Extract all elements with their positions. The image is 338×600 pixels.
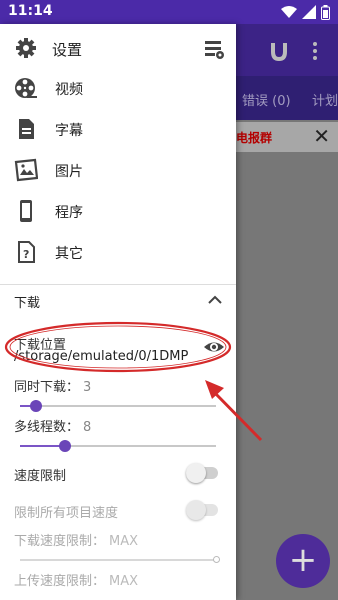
menu-item-label: 图片	[55, 164, 83, 180]
download-section-title: 下载	[14, 296, 41, 311]
speed-limit-label: 速度限制	[14, 469, 67, 484]
picture-icon	[14, 158, 38, 182]
thread-count-value: 8	[83, 420, 92, 435]
tab-scheduled: 计划	[312, 94, 338, 109]
status-icons	[281, 3, 330, 21]
settings-tune-icon[interactable]	[204, 38, 226, 60]
menu-item-label: 视频	[55, 82, 83, 98]
magnet-icon	[271, 43, 287, 62]
slider-thumb[interactable]	[59, 440, 71, 452]
chevron-up-icon[interactable]	[207, 292, 223, 308]
menu-item-label: 程序	[55, 205, 83, 221]
slider-track	[20, 405, 216, 407]
concurrent-downloads-value: 3	[83, 380, 92, 395]
concurrent-downloads-label: 同时下载： 3	[14, 376, 91, 395]
add-fab-button: +	[276, 534, 330, 588]
background-app-bar	[236, 24, 338, 76]
banner-text: 电报群	[236, 131, 273, 145]
background-tabs: 错误 (0) 计划	[236, 76, 338, 120]
toggle-knob	[186, 500, 206, 520]
menu-item-apps[interactable]: 程序	[0, 191, 236, 231]
download-location-value[interactable]: /storage/emulated/0/1DMP	[14, 349, 188, 364]
upload-speed-limit-value: MAX	[109, 574, 139, 589]
menu-item-label: 字幕	[55, 123, 83, 139]
slider-thumb[interactable]	[30, 400, 42, 412]
phone-icon	[20, 200, 32, 222]
svg-text:?: ?	[23, 248, 29, 261]
upload-speed-limit-label: 上传速度限制： MAX	[14, 570, 138, 589]
menu-item-subtitles[interactable]: 字幕	[0, 109, 236, 149]
subtitle-file-icon	[19, 119, 34, 139]
menu-item-label: 其它	[55, 246, 83, 262]
status-time: 11:14	[8, 3, 53, 19]
tab-errors: 错误 (0)	[242, 94, 291, 109]
concurrent-downloads-slider[interactable]	[20, 399, 216, 413]
telegram-banner: 电报群 ✕	[236, 122, 338, 152]
eye-icon[interactable]	[203, 336, 225, 358]
navigation-drawer: 设置 视频 字幕 图片 程序 ? 其它 下载 下载位置 /storage/emu…	[0, 24, 236, 600]
thread-count-slider[interactable]	[20, 439, 216, 453]
gear-icon	[16, 38, 36, 58]
signal-icon	[302, 5, 316, 19]
slider-track	[20, 559, 216, 561]
menu-item-settings[interactable]: 设置	[0, 28, 236, 68]
close-icon: ✕	[313, 124, 330, 148]
download-speed-limit-label: 下载速度限制： MAX	[14, 530, 138, 549]
film-reel-icon	[15, 78, 37, 98]
download-speed-limit-text: 下载速度限制：	[14, 534, 106, 549]
limit-all-items-toggle[interactable]	[186, 500, 218, 520]
question-file-icon: ?	[18, 241, 35, 263]
background-app: 错误 (0) 计划 电报群 ✕ +	[236, 24, 338, 600]
menu-item-video[interactable]: 视频	[0, 68, 236, 108]
toggle-knob	[186, 463, 206, 483]
download-speed-limit-slider[interactable]	[20, 553, 220, 567]
limit-all-items-label: 限制所有项目速度	[14, 506, 119, 521]
speed-limit-toggle[interactable]	[186, 463, 218, 483]
more-vert-icon	[313, 42, 317, 60]
menu-item-pictures[interactable]: 图片	[0, 150, 236, 190]
status-bar: 11:14	[0, 0, 338, 24]
divider	[0, 284, 236, 285]
thread-count-label: 多线程数： 8	[14, 416, 91, 435]
menu-item-other[interactable]: ? 其它	[0, 232, 236, 272]
wifi-icon	[281, 6, 297, 18]
battery-icon	[321, 4, 330, 20]
slider-thumb[interactable]	[213, 556, 220, 563]
concurrent-downloads-text: 同时下载：	[14, 380, 80, 395]
download-speed-limit-value: MAX	[109, 534, 139, 549]
upload-speed-limit-text: 上传速度限制：	[14, 574, 106, 589]
thread-count-text: 多线程数：	[14, 420, 80, 435]
menu-item-label: 设置	[52, 41, 83, 59]
